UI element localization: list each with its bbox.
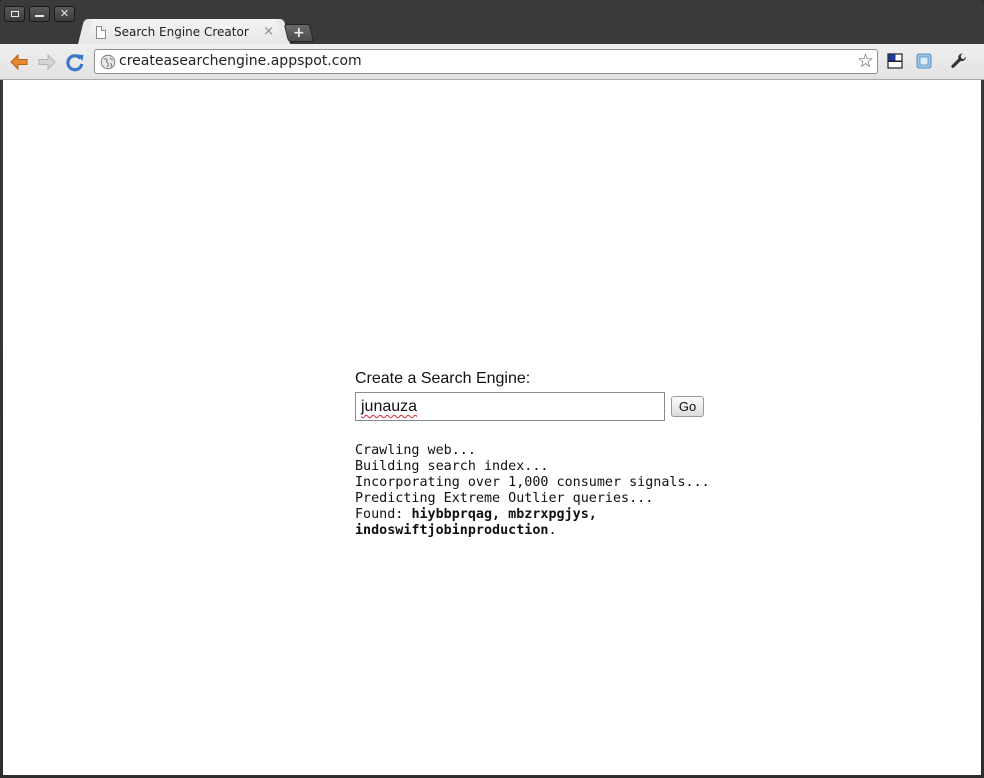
back-button[interactable] [9,52,29,72]
search-engine-name-input[interactable]: junauza [355,392,665,421]
log-line: Incorporating over 1,000 consumer signal… [355,475,710,490]
globe-icon [100,54,116,70]
tab-title: Search Engine Creator [114,25,249,39]
found-line: Found: hiybbprqag, mbzrxpgjys, [355,507,735,523]
forward-button[interactable] [37,52,57,72]
extension-icon[interactable] [887,53,903,69]
log-line: Crawling web... [355,443,476,458]
found-terms: indoswiftjobinproduction [355,523,549,538]
tab-close-icon[interactable]: × [263,24,274,39]
window-controls: ✕ [4,6,75,22]
log-line: Building search index... [355,459,549,474]
browser-toolbar: createasearchengine.appspot.com ☆ [0,44,984,80]
found-terms: hiybbprqag, mbzrxpgjys, [411,507,597,522]
form-label: Create a Search Engine: [355,370,531,387]
extension-icon[interactable] [916,53,932,69]
bookmark-star-icon[interactable]: ☆ [857,51,874,71]
minimize-button[interactable] [29,6,50,22]
close-window-button[interactable]: ✕ [54,6,75,22]
found-prefix: Found: [355,507,412,522]
status-log: Crawling web... Building search index...… [355,443,735,539]
plus-icon: + [293,25,305,41]
page-icon [96,25,106,39]
found-suffix: . [548,523,557,538]
wrench-icon[interactable] [950,52,968,70]
new-tab-button[interactable]: + [283,24,315,42]
reload-button[interactable] [65,52,85,72]
close-icon: ✕ [59,7,70,20]
maximize-icon [10,11,19,17]
tab-search-engine-creator[interactable]: Search Engine Creator × [86,19,282,45]
go-button[interactable]: Go [671,396,704,417]
browser-window: ✕ Search Engine Creator × + createasearc… [0,0,984,778]
address-bar[interactable]: createasearchengine.appspot.com ☆ [94,49,878,74]
minimize-icon [35,15,44,17]
page-content: Create a Search Engine: junauza Go Crawl… [3,80,981,775]
log-line: Predicting Extreme Outlier queries... [355,491,654,506]
url-text: createasearchengine.appspot.com [119,53,362,69]
maximize-button[interactable] [4,6,25,22]
found-line: indoswiftjobinproduction. [355,523,735,539]
